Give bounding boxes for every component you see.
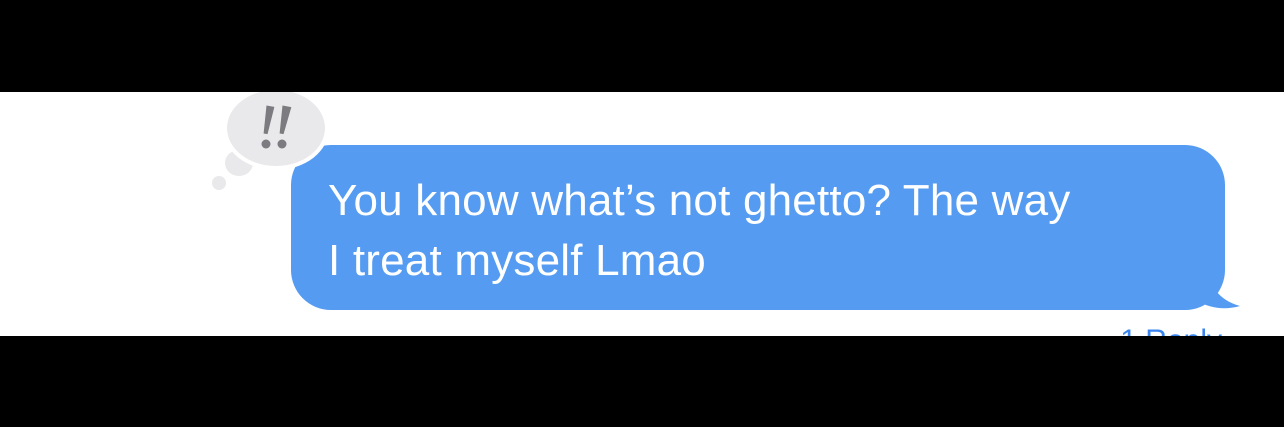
bubble-tail xyxy=(1192,264,1240,309)
reply-count-link[interactable]: 1 Reply xyxy=(1120,324,1222,336)
letterbox-top xyxy=(0,0,1284,92)
double-exclamation-icon xyxy=(261,105,292,149)
message-bubble[interactable]: You know what’s not ghetto? The way I tr… xyxy=(291,145,1225,310)
conversation-area: You know what’s not ghetto? The way I tr… xyxy=(0,92,1284,336)
tapback-tail-small xyxy=(212,176,226,190)
letterbox-bottom xyxy=(0,336,1284,427)
message-text: You know what’s not ghetto? The way I tr… xyxy=(328,176,1071,285)
screenshot-frame: You know what’s not ghetto? The way I tr… xyxy=(0,0,1284,427)
tapback-reaction[interactable] xyxy=(212,92,325,190)
